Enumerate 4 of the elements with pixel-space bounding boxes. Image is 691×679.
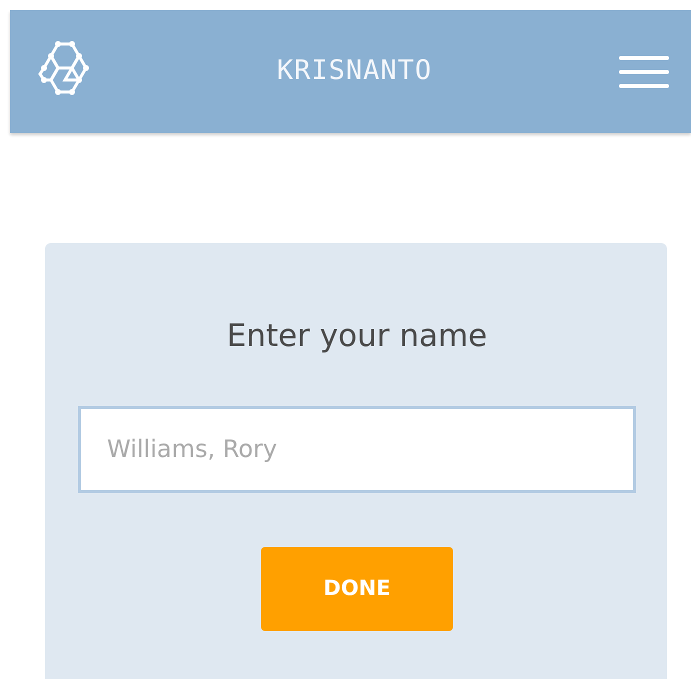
form-heading: Enter your name: [226, 317, 488, 356]
name-input-field[interactable]: Williams, Rory: [78, 406, 636, 492]
done-button[interactable]: DONE: [261, 546, 453, 630]
app-title: KRISNANTO: [276, 54, 432, 88]
